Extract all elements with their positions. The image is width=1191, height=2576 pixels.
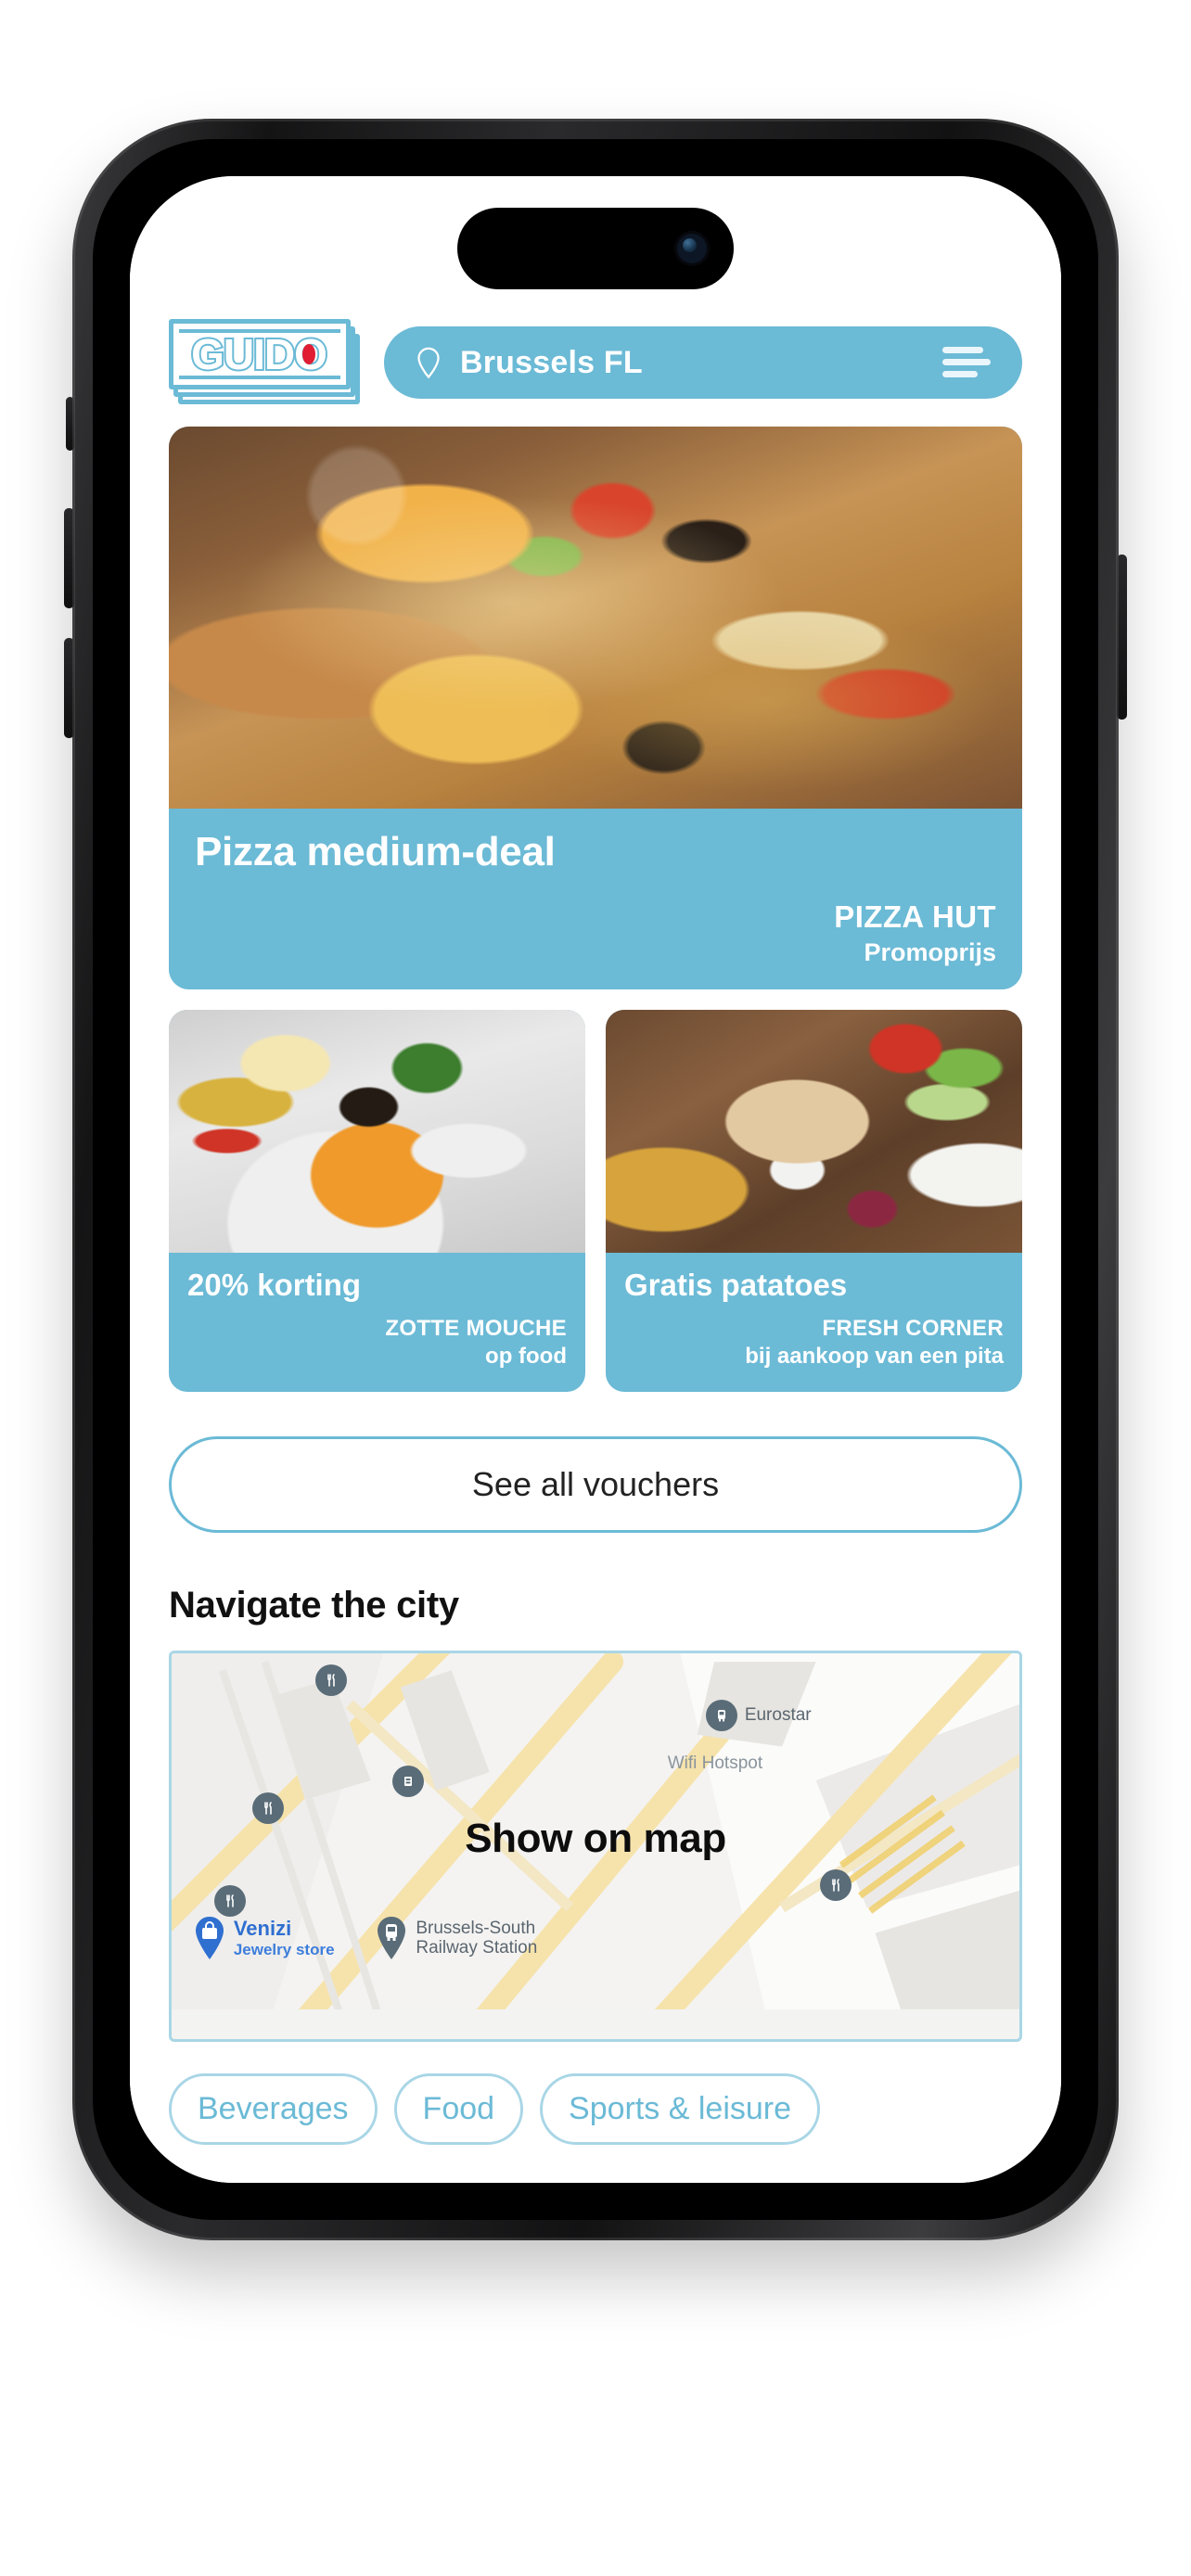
restaurant-circle-icon [251, 1792, 284, 1824]
voucher-card-title: 20% korting [187, 1268, 362, 1302]
logo-card-front: GUIDO [169, 319, 351, 389]
voucher-card-meta: ZOTTE MOUCHE op food [187, 1316, 567, 1370]
location-bar[interactable]: Brussels FL [384, 326, 1022, 399]
category-chip-food[interactable]: Food [393, 2073, 524, 2145]
category-chip-sports-leisure[interactable]: Sports & leisure [540, 2073, 821, 2145]
category-chip-beverages[interactable]: Beverages [169, 2073, 378, 2145]
hero-voucher-card[interactable]: Pizza medium-deal PIZZA HUT Promoprijs [169, 427, 1022, 989]
hero-voucher-image [169, 427, 1022, 809]
voucher-card-image [169, 1010, 585, 1253]
hero-voucher-body: Pizza medium-deal PIZZA HUT Promoprijs [169, 809, 1022, 989]
bank-circle-icon [391, 1765, 424, 1797]
power-button[interactable] [1117, 555, 1127, 720]
voucher-card-body: Gratis patatoes FRESH CORNER bij aankoop… [606, 1253, 1022, 1392]
voucher-card-image [606, 1010, 1022, 1253]
guido-logo[interactable]: GUIDO [169, 319, 364, 406]
hamburger-menu-icon[interactable] [942, 345, 991, 380]
voucher-card-row: 20% korting ZOTTE MOUCHE op food Gratis … [169, 1010, 1022, 1392]
phone-device-frame: GUIDO Brussels FL Pizza medium-deal PIZZ… [64, 119, 1127, 2240]
category-chip-row: Beverages Food Sports & leisure [169, 2073, 1022, 2145]
hero-voucher-title: Pizza medium-deal [195, 829, 556, 874]
map-poi-marker[interactable] [315, 1664, 348, 1697]
map-poi-marker[interactable] [213, 1884, 246, 1917]
map-poi-name: Venizi [233, 1917, 292, 1941]
restaurant-circle-icon [820, 1868, 852, 1901]
phone-bezel: GUIDO Brussels FL Pizza medium-deal PIZZ… [93, 139, 1098, 2220]
map-poi-label: Brussels-South Railway Station [416, 1918, 538, 1958]
voucher-card-brand: FRESH CORNER [822, 1316, 1004, 1341]
shop-pin-icon [195, 1916, 224, 1959]
navigate-section-title: Navigate the city [169, 1585, 459, 1626]
hero-voucher-meta: PIZZA HUT Promoprijs [195, 899, 996, 967]
voucher-card[interactable]: Gratis patatoes FRESH CORNER bij aankoop… [606, 1010, 1022, 1392]
hero-voucher-brand: PIZZA HUT [834, 899, 996, 934]
map-poi-marker[interactable] [251, 1792, 284, 1824]
map-preview[interactable]: Show on map Eurostar Wifi Hotspot Venizi… [169, 1651, 1022, 2042]
map-poi-label: Venizi Jewelry store [233, 1917, 335, 1958]
voucher-card-meta: FRESH CORNER bij aankoop van een pita [624, 1316, 1004, 1370]
voucher-card-body: 20% korting ZOTTE MOUCHE op food [169, 1253, 585, 1392]
hero-voucher-subtitle: Promoprijs [864, 938, 996, 966]
train-pin-icon [378, 1916, 406, 1959]
volume-down-button[interactable] [64, 638, 74, 738]
guido-app: GUIDO Brussels FL Pizza medium-deal PIZZ… [130, 176, 1061, 2183]
front-camera-icon [674, 231, 710, 266]
map-poi-eurostar[interactable]: Eurostar [705, 1699, 812, 1731]
app-content: Pizza medium-deal PIZZA HUT Promoprijs 2… [134, 427, 1057, 2145]
screenshot-canvas: GUIDO Brussels FL Pizza medium-deal PIZZ… [0, 0, 1191, 2576]
voucher-card-title: Gratis patatoes [624, 1268, 848, 1302]
map-poi-category: Jewelry store [233, 1940, 335, 1958]
map-poi-marker[interactable] [391, 1765, 424, 1797]
silent-switch[interactable] [66, 397, 74, 451]
voucher-card-subtitle: op food [485, 1344, 567, 1369]
voucher-card-subtitle: bij aankoop van een pita [745, 1344, 1004, 1369]
train-circle-icon [705, 1699, 737, 1731]
location-label: Brussels FL [460, 344, 643, 380]
location-pin-icon [417, 347, 440, 378]
map-poi-brussels-south[interactable]: Brussels-South Railway Station [375, 1916, 537, 1960]
restaurant-circle-icon [213, 1884, 246, 1917]
map-poi-marker[interactable] [820, 1868, 852, 1901]
volume-up-button[interactable] [64, 508, 74, 608]
map-poi-label: Eurostar [744, 1705, 812, 1726]
voucher-card-brand: ZOTTE MOUCHE [385, 1316, 567, 1341]
map-poi-venizi[interactable]: Venizi Jewelry store [193, 1916, 335, 1960]
map-label-wifi-hotspot: Wifi Hotspot [667, 1753, 763, 1774]
restaurant-circle-icon [315, 1664, 348, 1697]
dynamic-island [457, 208, 734, 289]
phone-screen: GUIDO Brussels FL Pizza medium-deal PIZZ… [130, 176, 1061, 2183]
voucher-card[interactable]: 20% korting ZOTTE MOUCHE op food [169, 1010, 585, 1392]
see-all-vouchers-button[interactable]: See all vouchers [169, 1436, 1022, 1533]
logo-red-dot-icon [302, 344, 315, 364]
show-on-map-label: Show on map [465, 1815, 726, 1861]
